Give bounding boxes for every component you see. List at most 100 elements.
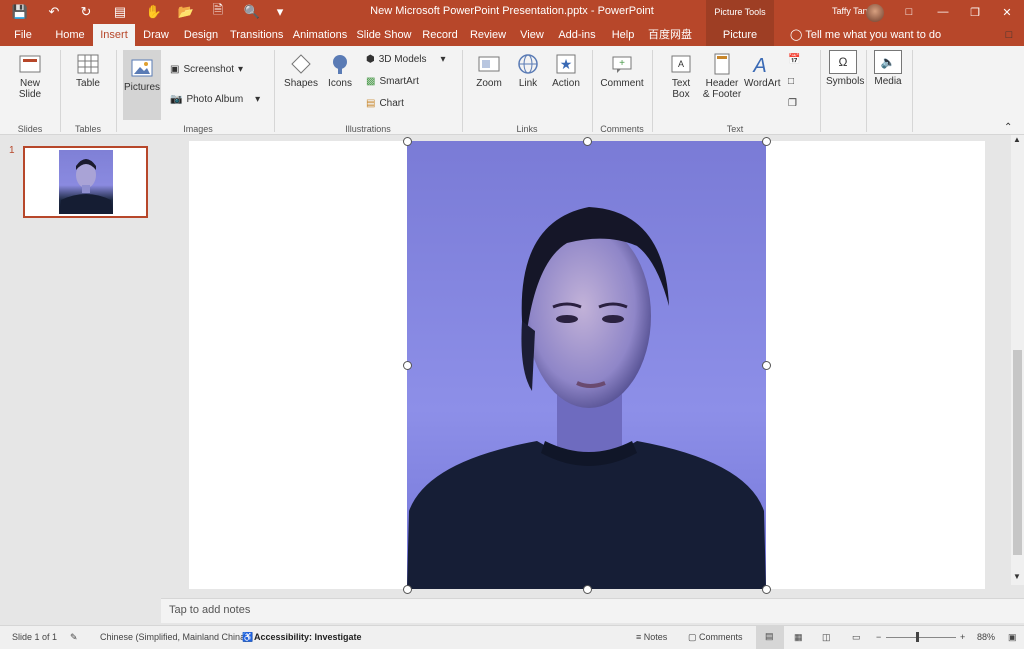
tab-insert[interactable]: Insert xyxy=(93,24,135,46)
minimize-icon[interactable]: — xyxy=(926,0,960,24)
tab-draw[interactable]: Draw xyxy=(140,24,172,46)
object-icon[interactable]: ❐ xyxy=(788,98,797,109)
start-slideshow-icon[interactable]: ▤ xyxy=(106,0,134,24)
icons-button[interactable]: Icons xyxy=(324,52,356,89)
slide-canvas[interactable] xyxy=(189,137,985,594)
link-button[interactable]: Link xyxy=(514,52,542,89)
comments-label: Comments xyxy=(699,632,743,642)
tab-review[interactable]: Review xyxy=(468,24,508,46)
accessibility-icon: ♿ xyxy=(242,632,254,642)
normal-view-button[interactable]: ▤ xyxy=(756,626,784,649)
zoom-level[interactable]: 88% xyxy=(977,632,995,642)
zoom-slider[interactable] xyxy=(886,637,956,638)
resize-handle-bottom-right[interactable] xyxy=(762,585,771,594)
table-button[interactable]: Table xyxy=(70,52,106,89)
pictures-button[interactable]: Pictures xyxy=(123,50,161,120)
zoom-out-icon[interactable]: − xyxy=(876,632,881,642)
restore-icon[interactable]: ❐ xyxy=(958,0,992,24)
resize-handle-bottom[interactable] xyxy=(583,585,592,594)
accessibility-status[interactable]: Accessibility: Investigate xyxy=(254,632,362,642)
resize-handle-right[interactable] xyxy=(762,361,771,370)
photo-album-button[interactable]: 📷 Photo Album ▾ xyxy=(170,94,260,105)
resize-handle-top-right[interactable] xyxy=(762,137,771,146)
ribbon-display-icon[interactable]: □ xyxy=(892,0,926,24)
tell-me-search[interactable]: ◯ Tell me what you want to do xyxy=(790,24,941,46)
screenshot-button[interactable]: ▣ Screenshot ▾ xyxy=(170,64,243,75)
3d-models-button[interactable]: ⬢ 3D Models ▾ xyxy=(366,54,446,65)
comments-pane-icon[interactable]: □ xyxy=(992,24,1024,46)
customize-qat-icon[interactable]: ▾ xyxy=(266,0,294,24)
comment-button[interactable]: + Comment xyxy=(600,52,644,89)
chevron-down-icon: ▾ xyxy=(440,54,446,65)
save-icon[interactable]: 💾 xyxy=(6,0,34,24)
tab-add-ins[interactable]: Add-ins xyxy=(556,24,598,46)
resize-handle-top-left[interactable] xyxy=(403,137,412,146)
media-button[interactable]: 🔈 Media xyxy=(872,50,904,87)
notes-pane[interactable]: Tap to add notes xyxy=(161,598,1024,623)
tab-slide-show[interactable]: Slide Show xyxy=(356,24,412,46)
slide-thumbnail[interactable] xyxy=(23,146,148,218)
resize-handle-bottom-left[interactable] xyxy=(403,585,412,594)
comments-toggle[interactable]: ▢ Comments xyxy=(688,632,743,643)
zoom-button[interactable]: Zoom xyxy=(474,52,504,89)
spellcheck-icon[interactable]: ✎ xyxy=(70,632,78,643)
scroll-down-icon[interactable]: ▼ xyxy=(1013,572,1021,581)
resize-handle-left[interactable] xyxy=(403,361,412,370)
scroll-thumb[interactable] xyxy=(1013,350,1022,555)
date-time-icon[interactable]: 📅 xyxy=(788,54,800,65)
slide-sorter-icon[interactable]: ▦ xyxy=(794,632,803,643)
tab-design[interactable]: Design xyxy=(180,24,222,46)
resize-handle-top[interactable] xyxy=(583,137,592,146)
slideshow-view-icon[interactable]: ▭ xyxy=(852,632,861,643)
lightbulb-icon: ◯ xyxy=(790,29,803,41)
group-label-slides: Slides xyxy=(17,124,43,134)
new-document-icon[interactable]: 🗎 xyxy=(204,0,232,24)
shapes-button[interactable]: Shapes xyxy=(284,52,318,89)
scroll-up-icon[interactable]: ▲ xyxy=(1013,135,1021,144)
tab-transitions[interactable]: Transitions xyxy=(230,24,283,46)
table-icon xyxy=(77,54,99,74)
selected-picture[interactable] xyxy=(407,141,766,589)
touch-mode-icon[interactable]: ✋ xyxy=(140,0,168,24)
zoom-slider-thumb[interactable] xyxy=(916,632,919,642)
action-button[interactable]: ★ Action xyxy=(550,52,582,89)
avatar[interactable] xyxy=(866,4,884,22)
slide-editor xyxy=(161,135,1010,597)
icons-label: Icons xyxy=(328,78,352,89)
undo-icon[interactable]: ↶ xyxy=(40,0,68,24)
symbols-button[interactable]: Ω Symbols xyxy=(826,50,864,87)
tab-baidu-netdisk[interactable]: 百度网盘 xyxy=(648,24,692,46)
tab-picture-format[interactable]: Picture Format xyxy=(706,24,774,63)
print-preview-icon[interactable]: 🔍 xyxy=(238,0,266,24)
link-icon xyxy=(518,54,538,74)
vertical-scrollbar[interactable]: ▲ ▼ xyxy=(1011,135,1024,585)
new-slide-button[interactable]: New Slide xyxy=(10,52,50,100)
language-indicator[interactable]: Chinese (Simplified, Mainland China) xyxy=(100,632,248,642)
redo-icon[interactable]: ↻ xyxy=(72,0,100,24)
tab-view[interactable]: View xyxy=(516,24,548,46)
text-box-button[interactable]: A Text Box xyxy=(664,52,698,100)
tell-me-label: Tell me what you want to do xyxy=(805,29,942,41)
user-name[interactable]: Taffy Tan xyxy=(832,6,868,16)
open-folder-icon[interactable]: 📂 xyxy=(172,0,200,24)
zoom-in-icon[interactable]: + xyxy=(960,632,965,642)
collapse-ribbon-icon[interactable]: ⌃ xyxy=(1004,122,1012,133)
fit-slide-icon[interactable]: ▣ xyxy=(1008,632,1017,643)
tab-home[interactable]: Home xyxy=(50,24,90,46)
divider xyxy=(866,50,867,132)
chevron-down-icon: ▾ xyxy=(255,94,261,105)
reading-view-icon[interactable]: ◫ xyxy=(822,632,831,643)
header-footer-button[interactable]: Header & Footer xyxy=(702,52,742,100)
tab-animations[interactable]: Animations xyxy=(292,24,348,46)
slide-number-icon[interactable]: □ xyxy=(788,76,794,87)
tab-record[interactable]: Record xyxy=(420,24,460,46)
close-icon[interactable]: ✕ xyxy=(990,0,1024,24)
smartart-button[interactable]: ▩ SmartArt xyxy=(366,76,419,87)
tab-file[interactable]: File xyxy=(6,24,40,46)
chart-button[interactable]: ▤ Chart xyxy=(366,98,404,109)
notes-toggle[interactable]: ≡ Notes xyxy=(636,632,667,642)
picture-tools-label: Picture Tools xyxy=(706,0,774,24)
wordart-button[interactable]: A WordArt xyxy=(744,52,781,89)
comment-label: Comment xyxy=(600,78,644,89)
tab-help[interactable]: Help xyxy=(606,24,640,46)
